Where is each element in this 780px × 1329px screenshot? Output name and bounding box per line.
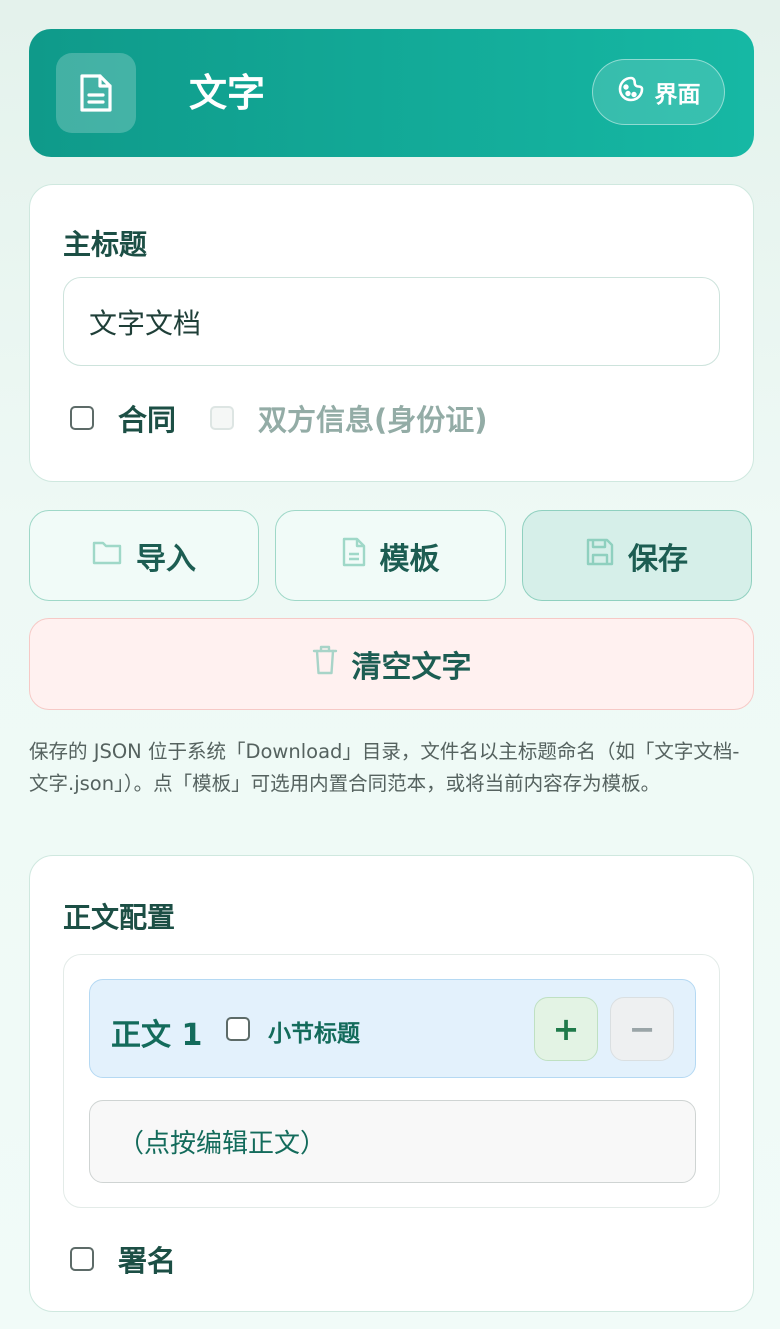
body-edit-field[interactable]: （点按编辑正文） bbox=[89, 1100, 696, 1183]
theme-button[interactable]: 界面 bbox=[592, 59, 725, 125]
main-title-input[interactable] bbox=[63, 277, 720, 366]
contract-label: 合同 bbox=[118, 403, 177, 437]
add-body-button[interactable]: + bbox=[534, 997, 598, 1061]
body-config-title: 正文配置 bbox=[63, 901, 176, 934]
subtitle-checkbox[interactable] bbox=[226, 1017, 250, 1041]
clear-text-button[interactable]: 清空文字 bbox=[29, 618, 754, 710]
parties-label: 双方信息(身份证) bbox=[258, 403, 488, 437]
signature-row: 署名 bbox=[70, 1234, 176, 1284]
save-button[interactable]: 保存 bbox=[522, 510, 752, 601]
floppy-icon bbox=[586, 538, 614, 574]
app-header: 文字 界面 bbox=[29, 29, 754, 157]
main-title-card: 主标题 合同 双方信息(身份证) bbox=[29, 184, 754, 482]
folder-icon bbox=[92, 538, 122, 573]
import-label: 导入 bbox=[136, 541, 196, 577]
signature-label: 署名 bbox=[118, 1244, 177, 1278]
palette-icon bbox=[617, 75, 645, 109]
body-config-card: 正文配置 正文 1 小节标题 + − （点按编辑正文） 署名 bbox=[29, 855, 754, 1312]
clear-text-label: 清空文字 bbox=[351, 650, 472, 685]
theme-button-label: 界面 bbox=[654, 82, 701, 108]
options-row: 合同 双方信息(身份证) bbox=[70, 393, 488, 443]
save-label: 保存 bbox=[628, 541, 688, 577]
file-icon bbox=[342, 537, 366, 575]
contract-checkbox[interactable] bbox=[70, 406, 94, 430]
import-button[interactable]: 导入 bbox=[29, 510, 259, 601]
subtitle-label: 小节标题 bbox=[268, 1021, 360, 1047]
document-icon bbox=[56, 53, 136, 133]
template-label: 模板 bbox=[379, 541, 440, 577]
save-hint-text: 保存的 JSON 位于系统「Download」目录，文件名以主标题命名（如「文字… bbox=[29, 740, 740, 795]
remove-body-button[interactable]: − bbox=[610, 997, 674, 1061]
main-title-label: 主标题 bbox=[63, 228, 148, 261]
app-title: 文字 bbox=[189, 71, 266, 115]
trash-icon bbox=[312, 645, 338, 683]
body-item-header: 正文 1 小节标题 + − bbox=[89, 979, 696, 1078]
template-button[interactable]: 模板 bbox=[275, 510, 506, 601]
parties-checkbox[interactable] bbox=[210, 406, 235, 430]
signature-checkbox[interactable] bbox=[70, 1247, 94, 1271]
body-item-name: 正文 1 bbox=[111, 1018, 203, 1053]
body-item: 正文 1 小节标题 + − （点按编辑正文） bbox=[63, 954, 720, 1208]
